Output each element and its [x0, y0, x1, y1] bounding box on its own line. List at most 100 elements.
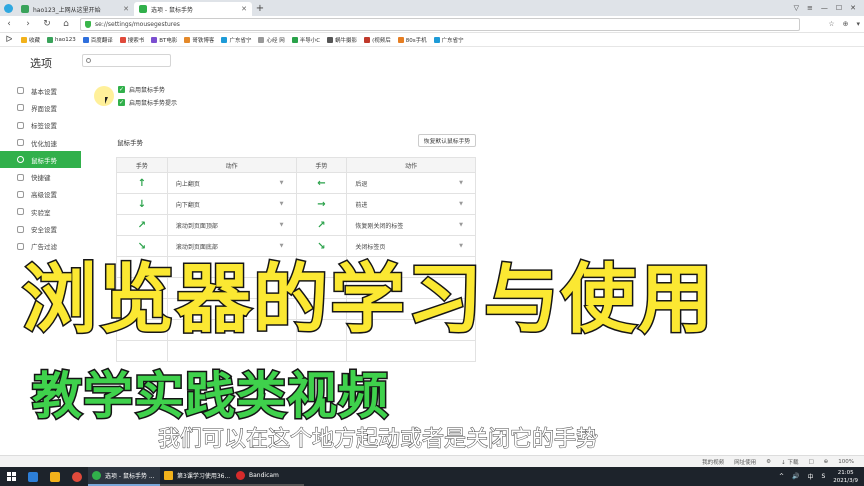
dropdown-icon[interactable]: ▾	[856, 20, 860, 28]
action-select[interactable]: 向上翻页 ▼	[168, 173, 297, 193]
sidebar-item-tabs[interactable]: 标签设置	[0, 117, 81, 134]
status-item[interactable]: ⚙	[766, 459, 771, 465]
bookmark-item[interactable]: 哥铁博客	[184, 36, 214, 44]
minimize-icon[interactable]: —	[821, 4, 828, 12]
action-select[interactable]	[347, 341, 476, 361]
bookmark-item[interactable]: BT电影	[151, 36, 177, 44]
status-item[interactable]: ⊕	[824, 459, 829, 465]
menu-icon[interactable]: ≡	[807, 4, 813, 12]
action-select[interactable]	[168, 341, 297, 361]
tab-list-icon[interactable]: ▽	[794, 4, 799, 12]
maximize-icon[interactable]: ☐	[836, 4, 842, 12]
new-tab-button[interactable]: +	[252, 2, 268, 16]
task-view-icon[interactable]	[22, 467, 44, 486]
bookmark-favicon-icon	[21, 36, 27, 43]
action-select[interactable]: 滚动到页面顶部 ▼	[168, 215, 297, 235]
browser-logo-icon[interactable]	[0, 0, 16, 16]
bookmark-item[interactable]: 80s手机	[397, 36, 427, 44]
gesture-cell	[117, 341, 168, 361]
status-item[interactable]: 网址使用	[734, 458, 756, 466]
taskbar-app-bandicam[interactable]: Bandicam	[232, 467, 304, 486]
bookmark-item[interactable]: 广东省宁	[221, 36, 251, 44]
bandicam-app-icon	[236, 471, 245, 480]
sidebar-item-security[interactable]: 安全设置	[0, 220, 81, 237]
back-button[interactable]: ‹	[4, 17, 14, 31]
sidebar-item-label: 快捷键	[31, 174, 51, 183]
sidebar-item-adblock[interactable]: 广告过滤	[0, 238, 81, 255]
action-select[interactable]: 关闭标签页 ▼	[347, 236, 476, 256]
checkbox-checked-icon[interactable]: ✓	[118, 99, 125, 106]
status-item[interactable]: 我的视频	[702, 458, 724, 466]
bookmark-label: 广东省宁	[441, 37, 464, 44]
action-select[interactable]: 后退 ▼	[347, 173, 476, 193]
bookmark-item[interactable]: 蜗牛摄影	[327, 36, 357, 44]
settings-search[interactable]	[82, 54, 171, 67]
volume-icon[interactable]: 🔊	[792, 473, 799, 480]
reload-button[interactable]: ↻	[42, 17, 52, 31]
url-box[interactable]	[80, 17, 800, 31]
action-label: 后退	[355, 180, 368, 188]
start-button[interactable]	[0, 467, 22, 486]
home-button[interactable]: ⌂	[61, 17, 71, 31]
bookmark-label: 心经 网	[266, 37, 285, 44]
chrome-icon[interactable]	[66, 467, 88, 486]
hao123-favicon-icon	[21, 5, 29, 13]
sidebar-item-mouse-gestures[interactable]: 鼠标手势	[0, 151, 81, 169]
sidebar-item-shortcuts[interactable]: 快捷键	[0, 168, 81, 185]
bookmark-item[interactable]: (视频后	[364, 36, 391, 44]
action-select[interactable]: 恢复刚关闭的标签 ▼	[347, 215, 476, 235]
bookmark-star-icon[interactable]: ☆	[828, 20, 834, 28]
bookmark-item[interactable]: 半导小C	[291, 36, 320, 44]
bookmark-item[interactable]: 百度翻译	[82, 36, 113, 44]
action-select[interactable]: 滚动到页面底部 ▼	[168, 236, 297, 256]
chevron-down-icon: ▼	[279, 243, 284, 249]
close-tab-icon[interactable]: ✕	[241, 5, 247, 13]
forward-button[interactable]: ›	[23, 17, 33, 31]
bookmark-label: 哥铁博客	[192, 37, 215, 44]
ime-indicator[interactable]: 中	[807, 472, 813, 481]
status-item[interactable]: ↓ 下载	[781, 458, 798, 466]
sidebar-item-interface[interactable]: 界面设置	[0, 99, 81, 116]
sidebar-item-lab[interactable]: 实验室	[0, 203, 81, 220]
sidebar-item-basic[interactable]: 基本设置	[0, 82, 81, 99]
action-select[interactable]: 前进 ▼	[347, 194, 476, 214]
ime-mode-icon[interactable]: S	[821, 473, 825, 480]
extension-icon[interactable]: ⊕	[843, 20, 849, 28]
bookmark-item[interactable]: 心经 网	[258, 36, 285, 44]
taskbar-app-folder[interactable]: 第3课学习使用36...	[160, 467, 232, 486]
bookmark-item[interactable]: 收藏	[21, 36, 40, 44]
clock[interactable]: 21:05 2021/3/9	[833, 469, 858, 485]
reset-gestures-button[interactable]: 恢复默认鼠标手势	[418, 134, 476, 147]
url-input[interactable]	[95, 20, 695, 28]
sidebar-item-advanced[interactable]: 高级设置	[0, 186, 81, 203]
action-select[interactable]: 向下翻页 ▼	[168, 194, 297, 214]
action-label: 滚动到页面顶部	[175, 222, 218, 230]
enable-gestures-checkbox[interactable]: ✓ 启用鼠标手势	[118, 83, 177, 96]
action-label: 滚动到页面底部	[175, 243, 218, 251]
sidebar-toggle-icon[interactable]: ᐅ	[4, 33, 14, 46]
bookmark-item[interactable]: 广东省宁	[433, 36, 464, 44]
sidebar-item-label: 广告过滤	[31, 243, 57, 252]
sidebar-item-optimize[interactable]: 优化加速	[0, 134, 81, 151]
tab-hao123[interactable]: hao123_上网从这里开始 ✕	[16, 2, 134, 16]
status-item[interactable]: □	[808, 459, 813, 465]
enable-gesture-hints-checkbox[interactable]: ✓ 启用鼠标手势提示	[118, 96, 177, 109]
tab-options-mouse-gestures[interactable]: 选项 - 鼠标手势 ✕	[134, 2, 252, 16]
settings-favicon-icon	[139, 5, 147, 13]
checkbox-checked-icon[interactable]: ✓	[118, 86, 125, 93]
window-controls: ▽ ≡ — ☐ ✕	[794, 0, 864, 16]
bookmark-item[interactable]: hao123	[47, 36, 76, 43]
bookmark-item[interactable]: 搜索书	[119, 36, 144, 44]
file-explorer-icon[interactable]	[44, 467, 66, 486]
system-tray: ^ 🔊 中 S 21:05 2021/3/9	[779, 469, 864, 485]
gesture-arrow-icon: ↗	[137, 219, 147, 231]
status-item[interactable]: 100%	[838, 459, 854, 465]
taskbar-app-browser[interactable]: 选项 - 鼠标手势 ...	[88, 467, 160, 486]
mouse-cursor-icon	[105, 97, 108, 104]
tray-overflow-icon[interactable]: ^	[779, 473, 784, 480]
close-window-icon[interactable]: ✕	[850, 4, 856, 12]
search-input[interactable]	[94, 57, 169, 64]
close-tab-icon[interactable]: ✕	[123, 5, 129, 13]
column-header: 手势	[297, 158, 348, 172]
bookmark-favicon-icon	[151, 36, 158, 43]
